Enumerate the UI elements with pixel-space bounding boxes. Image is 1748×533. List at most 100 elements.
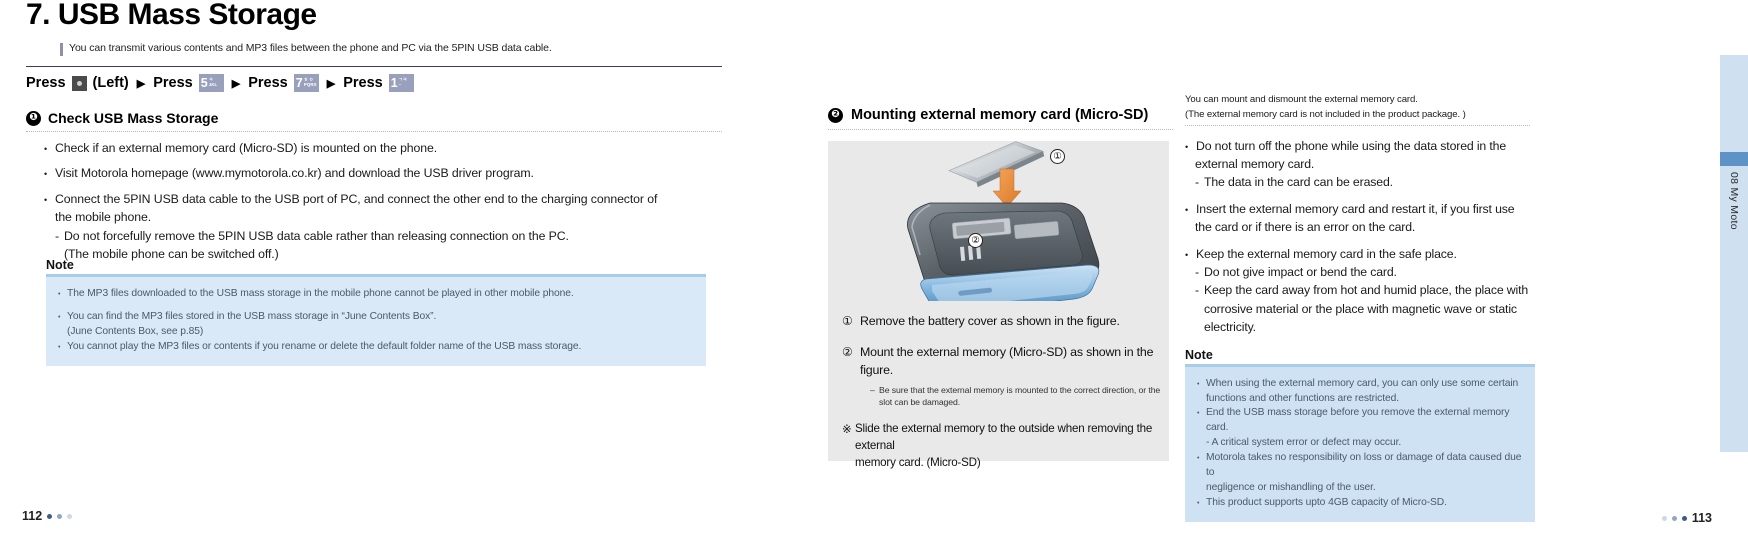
bullet-dot-icon <box>1197 377 1206 392</box>
key-7-digit: 7 <box>295 75 303 90</box>
section-number-1: ❶ <box>26 110 41 126</box>
key-sequence: Press (Left) ▶ Press 5 ㅋ JKL ▶ Press 7 ㅎ… <box>26 74 414 92</box>
list-item: Check if an external memory card (Micro-… <box>44 139 704 157</box>
side-tab-strip: 08 My Moto <box>1720 0 1748 533</box>
right-note-block: Note When using the external memory card… <box>1185 348 1535 522</box>
arrow-icon-1: ▶ <box>136 77 146 90</box>
subtitle-accent-bar <box>60 43 63 56</box>
left-folio: 112 <box>22 509 73 523</box>
press-label-3: Press <box>248 75 288 91</box>
dash-icon: - <box>1195 175 1199 190</box>
figure-star-note-text: Slide the external memory to the outside… <box>855 422 1153 453</box>
note-item-continuation: functions and other functions are restri… <box>1206 392 1399 404</box>
manual-spread: 7. USB Mass Storage You can transmit var… <box>0 0 1748 533</box>
left-note-block: Note The MP3 files downloaded to the USB… <box>46 258 706 366</box>
left-bullet-list: Check if an external memory card (Micro-… <box>44 139 704 264</box>
folio-dot-icon <box>47 513 53 519</box>
figure-caption-1: ① Remove the battery cover as shown in t… <box>842 313 1162 330</box>
caption-marker-1: ① <box>842 314 853 328</box>
bullet-dot-icon <box>58 310 67 325</box>
bullet-dot-icon <box>58 340 67 355</box>
note-item-text: The MP3 files downloaded to the USB mass… <box>67 288 574 299</box>
subtitle-block: You can transmit various contents and MP… <box>60 42 552 56</box>
section-heading-2: ❷ Mounting external memory card (Micro-S… <box>828 107 1148 123</box>
figure-subnote-text: Be sure that the external memory is moun… <box>879 385 1161 396</box>
section-divider-2a <box>1185 125 1530 126</box>
figure-caption-1-text: Remove the battery cover as shown in the… <box>860 314 1120 328</box>
list-item: Keep the external memory card in the saf… <box>1185 245 1535 263</box>
note-label: Note <box>46 258 74 272</box>
bullet-dot-icon <box>1185 200 1196 218</box>
note-sub-item: - A critical system error or defect may … <box>1206 437 1402 449</box>
bullet-dot-icon <box>44 190 55 208</box>
list-item-text: Do not turn off the phone while using th… <box>1196 139 1507 153</box>
press-label-4: Press <box>343 75 383 91</box>
key-1-icon: 1 ㄱㅋ ·· <box>388 74 414 92</box>
note-item-text: You can find the MP3 files stored in the… <box>67 310 437 322</box>
key-5-sub-bottom: JKL <box>208 82 218 87</box>
note-item: This product supports upto 4GB capacity … <box>1197 496 1523 511</box>
list-item-continuation: external memory card. <box>1195 157 1315 172</box>
list-sub-continuation: corrosive material or the place with mag… <box>1204 301 1517 316</box>
bullet-dot-icon <box>1197 496 1206 511</box>
note-item-continuation: (June Contents Box, see p.85) <box>67 325 204 337</box>
bullet-dot-icon <box>44 139 55 157</box>
press-label-2: Press <box>153 75 193 91</box>
note-item-text: When using the external memory card, you… <box>1206 377 1519 389</box>
note-item: You can find the MP3 files stored in the… <box>58 310 694 325</box>
soft-key-icon <box>71 75 87 91</box>
list-item: Do not turn off the phone while using th… <box>1185 137 1535 155</box>
left-page: 7. USB Mass Storage You can transmit var… <box>0 0 790 533</box>
bullet-dot-icon <box>58 287 67 302</box>
figure-caption-2: ② Mount the external memory (Micro-SD) a… <box>842 344 1162 379</box>
figure-caption-2-text: Mount the external memory (Micro-SD) as … <box>860 345 1154 377</box>
list-item-text: Connect the 5PIN USB data cable to the U… <box>55 191 658 206</box>
note-box: When using the external memory card, you… <box>1185 366 1535 522</box>
dash-icon: - <box>1195 283 1199 298</box>
chapter-tab-label: 08 My Moto <box>1728 172 1740 230</box>
folio-dot-icon <box>57 513 63 519</box>
dash-icon: - <box>55 228 59 243</box>
list-sub-item: - Keep the card away from hot and humid … <box>1185 281 1535 299</box>
figure-subnote: – Be sure that the external memory is mo… <box>842 384 1162 396</box>
chapter-tab-accent <box>1720 152 1748 166</box>
folio-dot-icon <box>1661 515 1667 521</box>
side-strip-top-band <box>1720 55 1748 165</box>
note-item-continuation: negligence or mishandling of the user. <box>1206 482 1376 494</box>
press-label-1: Press <box>26 75 66 91</box>
subtitle-text: You can transmit various contents and MP… <box>69 42 552 54</box>
key-1-digit: 1 <box>390 75 398 90</box>
list-item: Insert the external memory card and rest… <box>1185 200 1535 218</box>
callout-1-icon: ① <box>1050 149 1065 164</box>
figure-captions: ① Remove the battery cover as shown in t… <box>842 313 1162 472</box>
note-item: The MP3 files downloaded to the USB mass… <box>58 287 694 302</box>
bullet-dot-icon <box>44 164 55 182</box>
folio-dot-icon <box>1671 515 1677 521</box>
bullet-dot-icon <box>1185 137 1196 155</box>
list-item-text: Check if an external memory card (Micro-… <box>55 141 438 155</box>
list-item-text: Insert the external memory card and rest… <box>1196 202 1515 217</box>
soft-key-side-label: (Left) <box>92 75 129 91</box>
list-item: Connect the 5PIN USB data cable to the U… <box>44 190 704 208</box>
folio-dot-icon <box>67 513 73 519</box>
figure-star-note: ※ Slide the external memory to the outsi… <box>842 421 1162 455</box>
chapter-tab-label-wrap: 08 My Moto <box>1720 168 1748 368</box>
list-sub-item: - Do not forcefully remove the 5PIN USB … <box>44 227 704 245</box>
key-5-icon: 5 ㅋ JKL <box>198 74 224 92</box>
note-sub-item-text: A critical system error or defect may oc… <box>1211 437 1402 449</box>
right-intro: You can mount and dismount the external … <box>1185 93 1466 123</box>
note-item: You cannot play the MP3 files or content… <box>58 340 694 355</box>
key-7-icon: 7 ㅎ ㅇ PQRS <box>293 74 319 92</box>
list-item: Visit Motorola homepage (www.mymotorola.… <box>44 164 704 182</box>
list-sub-item-text: Do not forcefully remove the 5PIN USB da… <box>64 228 569 243</box>
section-title-2: Mounting external memory card (Micro-SD) <box>851 107 1149 123</box>
figure-panel: ① ② ① Remove the battery cover as shown … <box>828 141 1169 469</box>
list-item-continuation: the mobile phone. <box>55 210 152 225</box>
note-item: End the USB mass storage before you remo… <box>1197 406 1523 436</box>
right-folio: 113 <box>1661 511 1712 525</box>
bullet-dot-icon <box>1185 245 1196 263</box>
phone-diagram-svg <box>907 141 1100 301</box>
section-divider-2b <box>828 129 1173 130</box>
title-divider <box>26 66 722 67</box>
list-sub-item-text: Keep the card away from hot and humid pl… <box>1204 283 1529 298</box>
